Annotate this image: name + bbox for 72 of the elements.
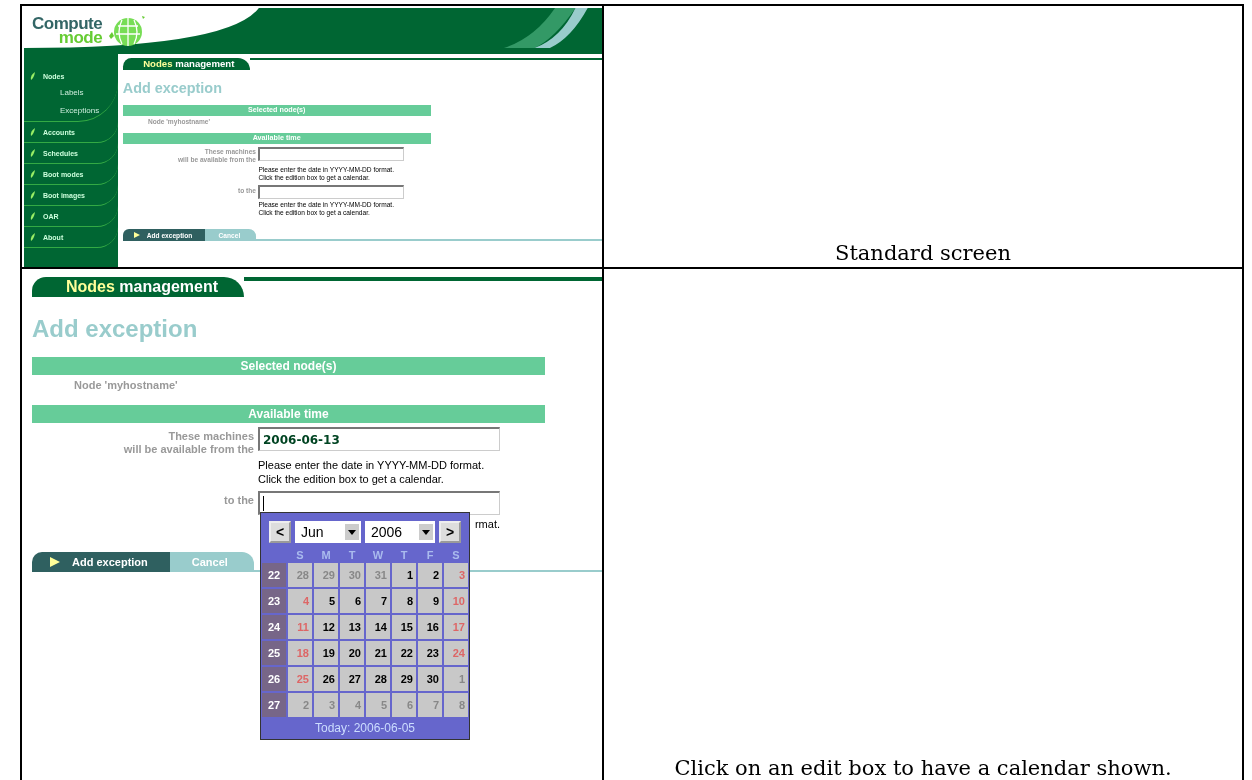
page-heading: Add exception: [122, 80, 223, 97]
section-title: Nodes management: [66, 278, 219, 296]
nav-subitem[interactable]: Labels: [30, 88, 84, 98]
calendar-day[interactable]: 21: [366, 641, 390, 665]
leaf-icon: [30, 149, 35, 158]
calendar-day[interactable]: 19: [314, 641, 338, 665]
calendar-day[interactable]: 16: [418, 615, 442, 639]
add-exception-button[interactable]: Add exception: [32, 551, 170, 572]
calendar-day[interactable]: 14: [366, 615, 390, 639]
help-text: Please enter the date in YYYY-MM-DD format. Click the edition box to get a calendar.: [258, 459, 485, 487]
calendar-day[interactable]: 22: [392, 641, 416, 665]
calendar-day[interactable]: 6: [340, 589, 364, 613]
weekday-label: T: [347, 549, 357, 561]
play-icon: [50, 556, 60, 567]
weekday-label: S: [451, 549, 461, 561]
leaf-icon: [30, 170, 35, 179]
week-number: 24: [262, 615, 286, 639]
section-title: Nodes management: [143, 58, 235, 70]
calendar-day[interactable]: 23: [418, 641, 442, 665]
weekday-label: T: [399, 549, 409, 561]
section-header: Selected node(s): [32, 357, 545, 375]
week-number: 23: [262, 589, 286, 613]
calendar-day[interactable]: 7: [366, 589, 390, 613]
calendar-day[interactable]: 28: [366, 667, 390, 691]
calendar-day[interactable]: 27: [340, 667, 364, 691]
next-month-button[interactable]: >: [439, 521, 461, 543]
caption-text: Click on an edit box to have a calendar shown.: [674, 756, 1172, 780]
week-number: 22: [262, 563, 286, 587]
globe-icon: [106, 14, 147, 48]
week-number: 25: [262, 641, 286, 665]
leaf-icon: [30, 212, 35, 221]
year-select[interactable]: 2006: [365, 521, 435, 543]
leaf-icon: [30, 233, 35, 242]
calendar-day[interactable]: 13: [340, 615, 364, 639]
date-input[interactable]: [258, 146, 404, 161]
leaf-icon: [30, 191, 35, 200]
calendar-day[interactable]: 26: [314, 667, 338, 691]
calendar-day[interactable]: 30: [418, 667, 442, 691]
play-icon: [133, 232, 140, 239]
calendar-day[interactable]: 2: [418, 563, 442, 587]
today-label: Today: 2006-06-05: [314, 721, 416, 735]
logo-text: mode: [58, 31, 103, 46]
page-heading: Add exception: [32, 315, 199, 343]
week-number: 26: [262, 667, 286, 691]
date-input[interactable]: [258, 490, 500, 515]
week-number: 27: [262, 693, 286, 717]
date-input[interactable]: [258, 184, 404, 200]
date-input[interactable]: 2006-06-13: [258, 427, 500, 451]
calendar-day[interactable]: 15: [392, 615, 416, 639]
field-label: to the: [223, 492, 254, 508]
nav-subitem[interactable]: Exceptions: [30, 105, 100, 116]
weekday-label: W: [371, 549, 385, 561]
calendar-day[interactable]: 1: [392, 563, 416, 587]
calendar-day[interactable]: 5: [314, 589, 338, 613]
help-text: rmat.: [474, 517, 500, 532]
previous-month-button[interactable]: <: [269, 521, 291, 543]
month-select[interactable]: Jun: [295, 521, 361, 543]
weekday-label: S: [295, 549, 305, 561]
calendar-day[interactable]: 20: [340, 641, 364, 665]
field-label: These machines will be available from the: [122, 429, 254, 457]
node-name: Node 'myhostname': [74, 379, 179, 391]
calendar-day[interactable]: 8: [392, 589, 416, 613]
calendar-day[interactable]: 9: [418, 589, 442, 613]
leaf-icon: [30, 72, 35, 80]
weekday-label: F: [425, 549, 435, 561]
calendar-day[interactable]: 29: [392, 667, 416, 691]
section-header: Available time: [32, 405, 545, 423]
logo-text: Compute: [32, 16, 103, 31]
caption-text: Standard screen: [835, 241, 1011, 265]
weekday-label: M: [320, 549, 332, 561]
calendar-day[interactable]: 12: [314, 615, 338, 639]
leaf-icon: [30, 128, 35, 137]
